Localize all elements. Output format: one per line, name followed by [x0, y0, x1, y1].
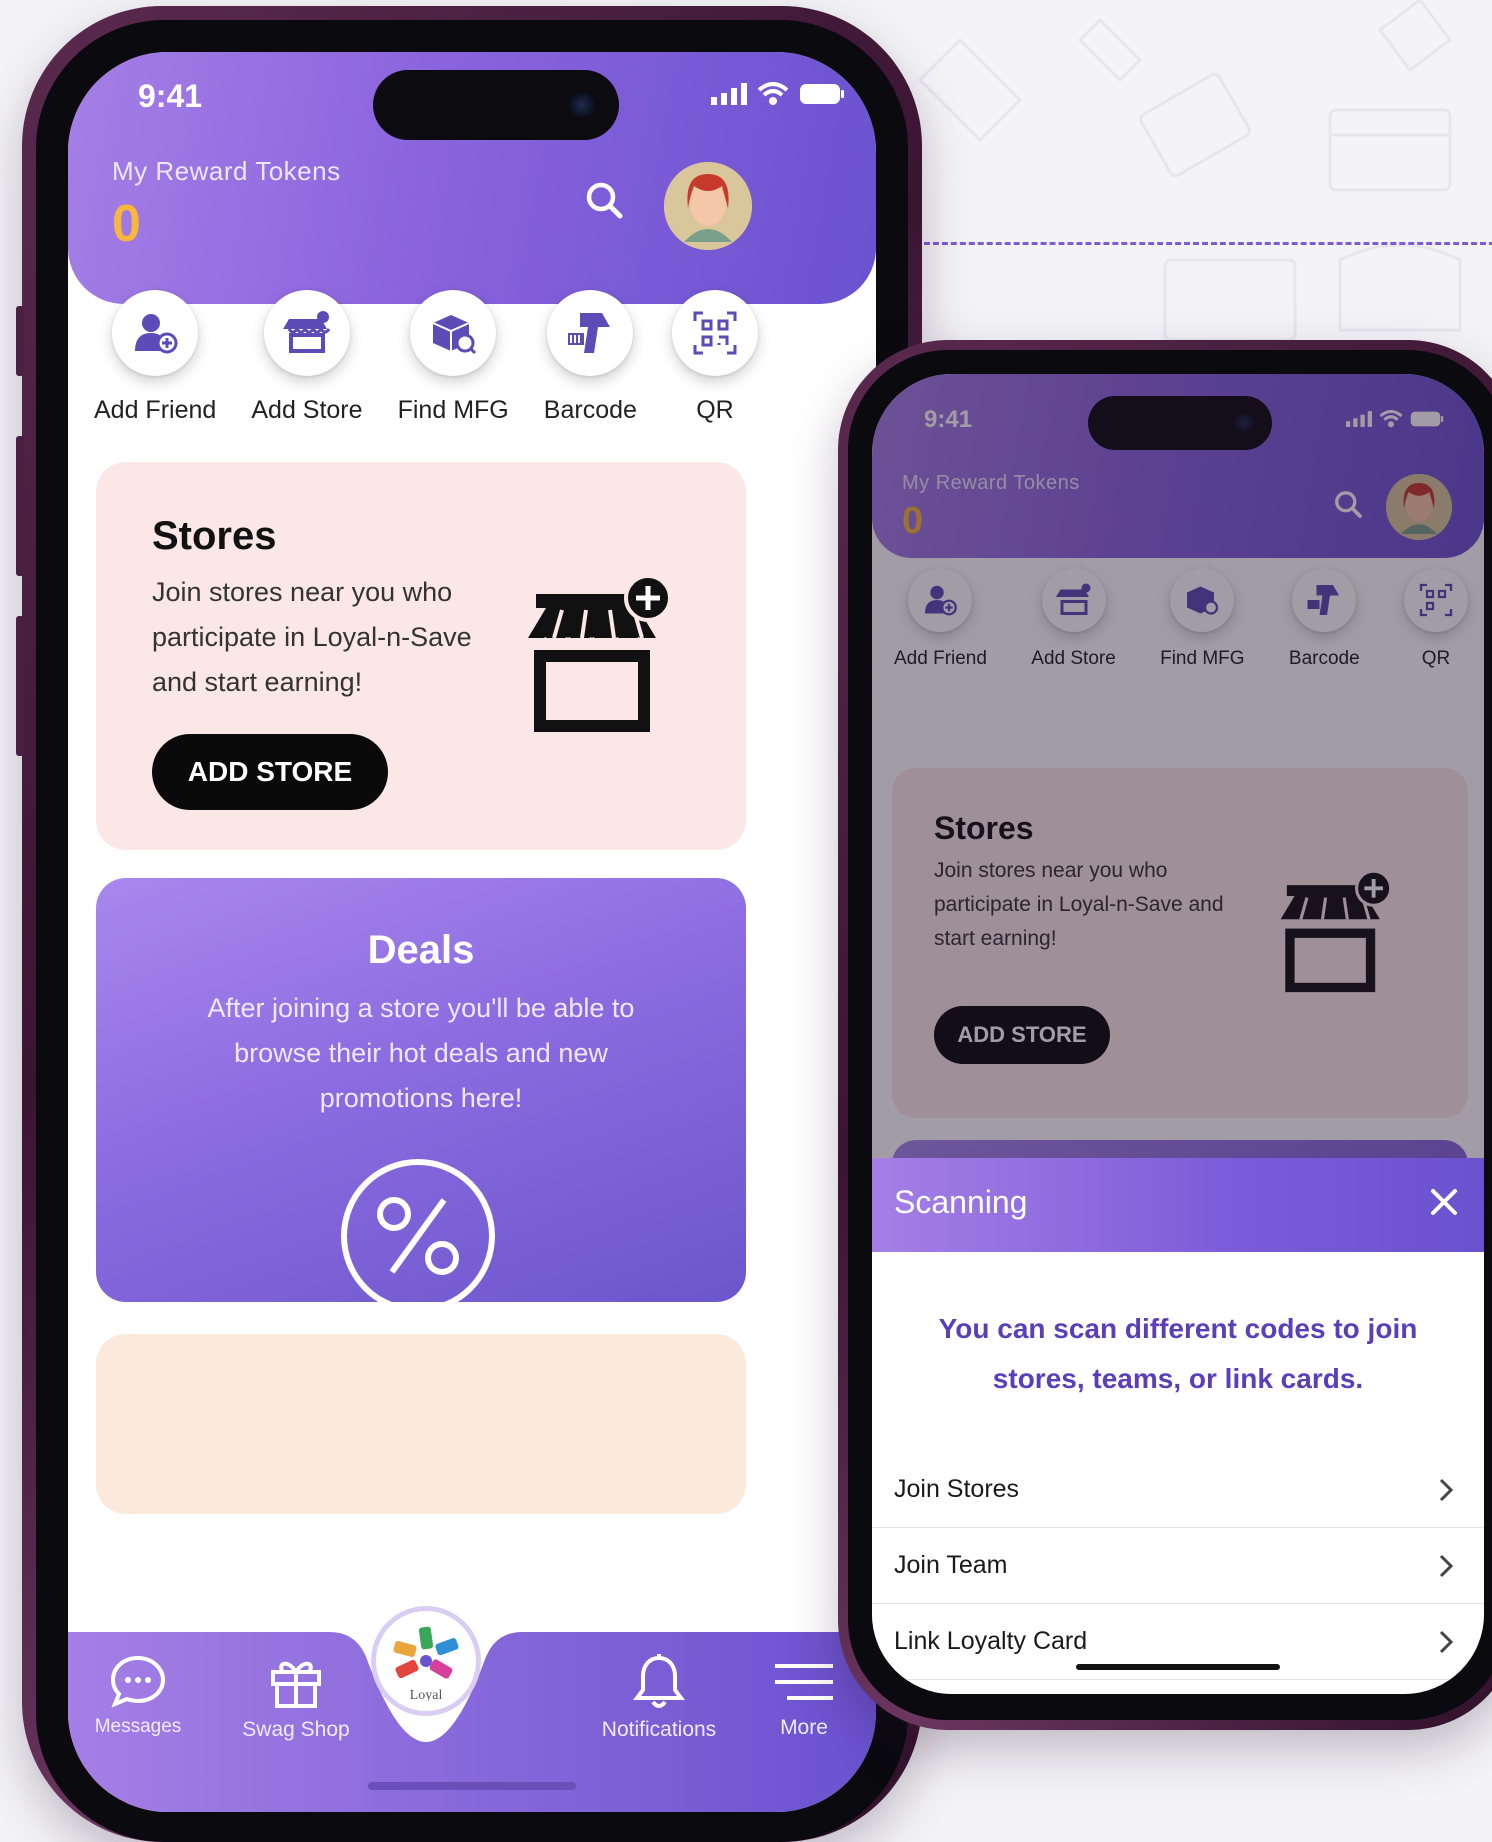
wifi-icon	[757, 82, 789, 105]
chat-bubble-icon	[110, 1655, 166, 1708]
chevron-right-icon	[1439, 1630, 1454, 1653]
quick-action-label: Add Store	[251, 396, 363, 424]
add-store-icon	[282, 311, 331, 353]
search-icon	[586, 182, 623, 219]
nav-swag-shop[interactable]: Swag Shop	[236, 1654, 356, 1742]
home-indicator	[1076, 1664, 1280, 1670]
scanning-sheet: Scanning You can scan different codes to…	[872, 1158, 1484, 1694]
nav-label: More	[780, 1716, 828, 1739]
chevron-right-icon	[1439, 1554, 1454, 1577]
qr-code-icon	[693, 311, 737, 355]
stores-card: Stores Join stores near you who particip…	[96, 462, 746, 850]
quick-action-label: Find MFG	[397, 396, 509, 424]
quick-action-add-friend[interactable]: Add Friend	[94, 290, 216, 425]
reward-tokens-label: My Reward Tokens	[112, 156, 341, 186]
chevron-right-icon	[1439, 1478, 1454, 1501]
close-icon	[1431, 1189, 1457, 1215]
home-indicator	[368, 1782, 576, 1790]
close-button[interactable]	[1422, 1180, 1466, 1224]
option-label: Link Loyalty Card	[894, 1627, 1088, 1655]
quick-action-find-mfg[interactable]: Find MFG	[398, 290, 509, 425]
status-icons	[711, 82, 845, 106]
deals-title: Deals	[367, 928, 475, 972]
header: 9:41 My Reward Tokens 0	[68, 52, 876, 304]
nav-notifications[interactable]: Notifications	[594, 1652, 724, 1742]
nav-messages[interactable]: Messages	[88, 1652, 188, 1738]
status-time: 9:41	[138, 78, 203, 114]
side-button	[16, 306, 24, 376]
avatar[interactable]	[664, 162, 752, 250]
phone-scanning: 9:41 My Reward Tokens 0 Add Friend Add S…	[838, 340, 1492, 1730]
add-store-button[interactable]: ADD STORE	[152, 734, 388, 810]
nav-label: Swag Shop	[242, 1718, 350, 1741]
stores-title: Stores	[152, 514, 277, 558]
option-join-team[interactable]: Join Team	[872, 1528, 1484, 1604]
nav-label: Notifications	[601, 1718, 717, 1741]
dynamic-island	[373, 70, 619, 140]
connector-dashed-line	[915, 242, 1492, 245]
quick-action-label: Barcode	[543, 396, 637, 424]
add-friend-icon	[135, 314, 178, 354]
phone-main: 9:41 My Reward Tokens 0 Add Friend Add S…	[16, 6, 922, 1842]
quick-action-barcode[interactable]: Barcode	[544, 290, 637, 425]
quick-action-label: Add Friend	[94, 396, 217, 424]
deals-description: After joining a store you'll be able to …	[207, 993, 635, 1113]
main-screen: 9:41 My Reward Tokens 0 Add Friend Add S…	[68, 52, 876, 1812]
bottom-nav: Messages Swag Shop Notifications More Lo…	[68, 1606, 876, 1812]
side-button	[16, 436, 24, 576]
storefront-add-icon	[528, 574, 672, 732]
find-mfg-icon	[432, 315, 477, 355]
sheet-message: You can scan different codes to join sto…	[938, 1313, 1418, 1394]
rewards-card	[96, 1334, 746, 1514]
option-join-stores[interactable]: Join Stores	[872, 1452, 1484, 1528]
signal-icon	[711, 83, 747, 105]
app-logo-button[interactable]: Loyal	[371, 1606, 481, 1716]
stores-description: Join stores near you who participate in …	[152, 577, 472, 697]
menu-lines-icon	[775, 1664, 833, 1700]
sheet-header: Scanning	[872, 1158, 1484, 1252]
battery-icon	[800, 84, 844, 104]
side-button	[16, 616, 24, 756]
scanning-screen: 9:41 My Reward Tokens 0 Add Friend Add S…	[872, 374, 1484, 1694]
quick-action-add-store[interactable]: Add Store	[251, 290, 363, 425]
nav-label: Messages	[94, 1716, 182, 1737]
barcode-scanner-icon	[568, 313, 611, 353]
quick-actions: Add Friend Add Store Find MFG Barcode QR	[94, 290, 758, 425]
svg-text:Loyal: Loyal	[410, 1688, 443, 1701]
app-logo-icon: Loyal	[393, 1626, 459, 1701]
search-button[interactable]	[574, 170, 634, 230]
quick-action-label: QR	[696, 396, 734, 424]
quick-action-qr[interactable]: QR	[671, 290, 758, 425]
bell-icon	[633, 1654, 685, 1708]
deals-card: Deals After joining a store you'll be ab…	[96, 878, 746, 1302]
nav-more[interactable]: More	[764, 1658, 844, 1740]
reward-tokens-value: 0	[112, 195, 141, 253]
sheet-title: Scanning	[894, 1184, 1028, 1220]
option-label: Join Stores	[894, 1475, 1020, 1503]
percent-icon	[341, 1159, 495, 1302]
gift-icon	[271, 1661, 321, 1708]
option-label: Join Team	[894, 1551, 1008, 1579]
